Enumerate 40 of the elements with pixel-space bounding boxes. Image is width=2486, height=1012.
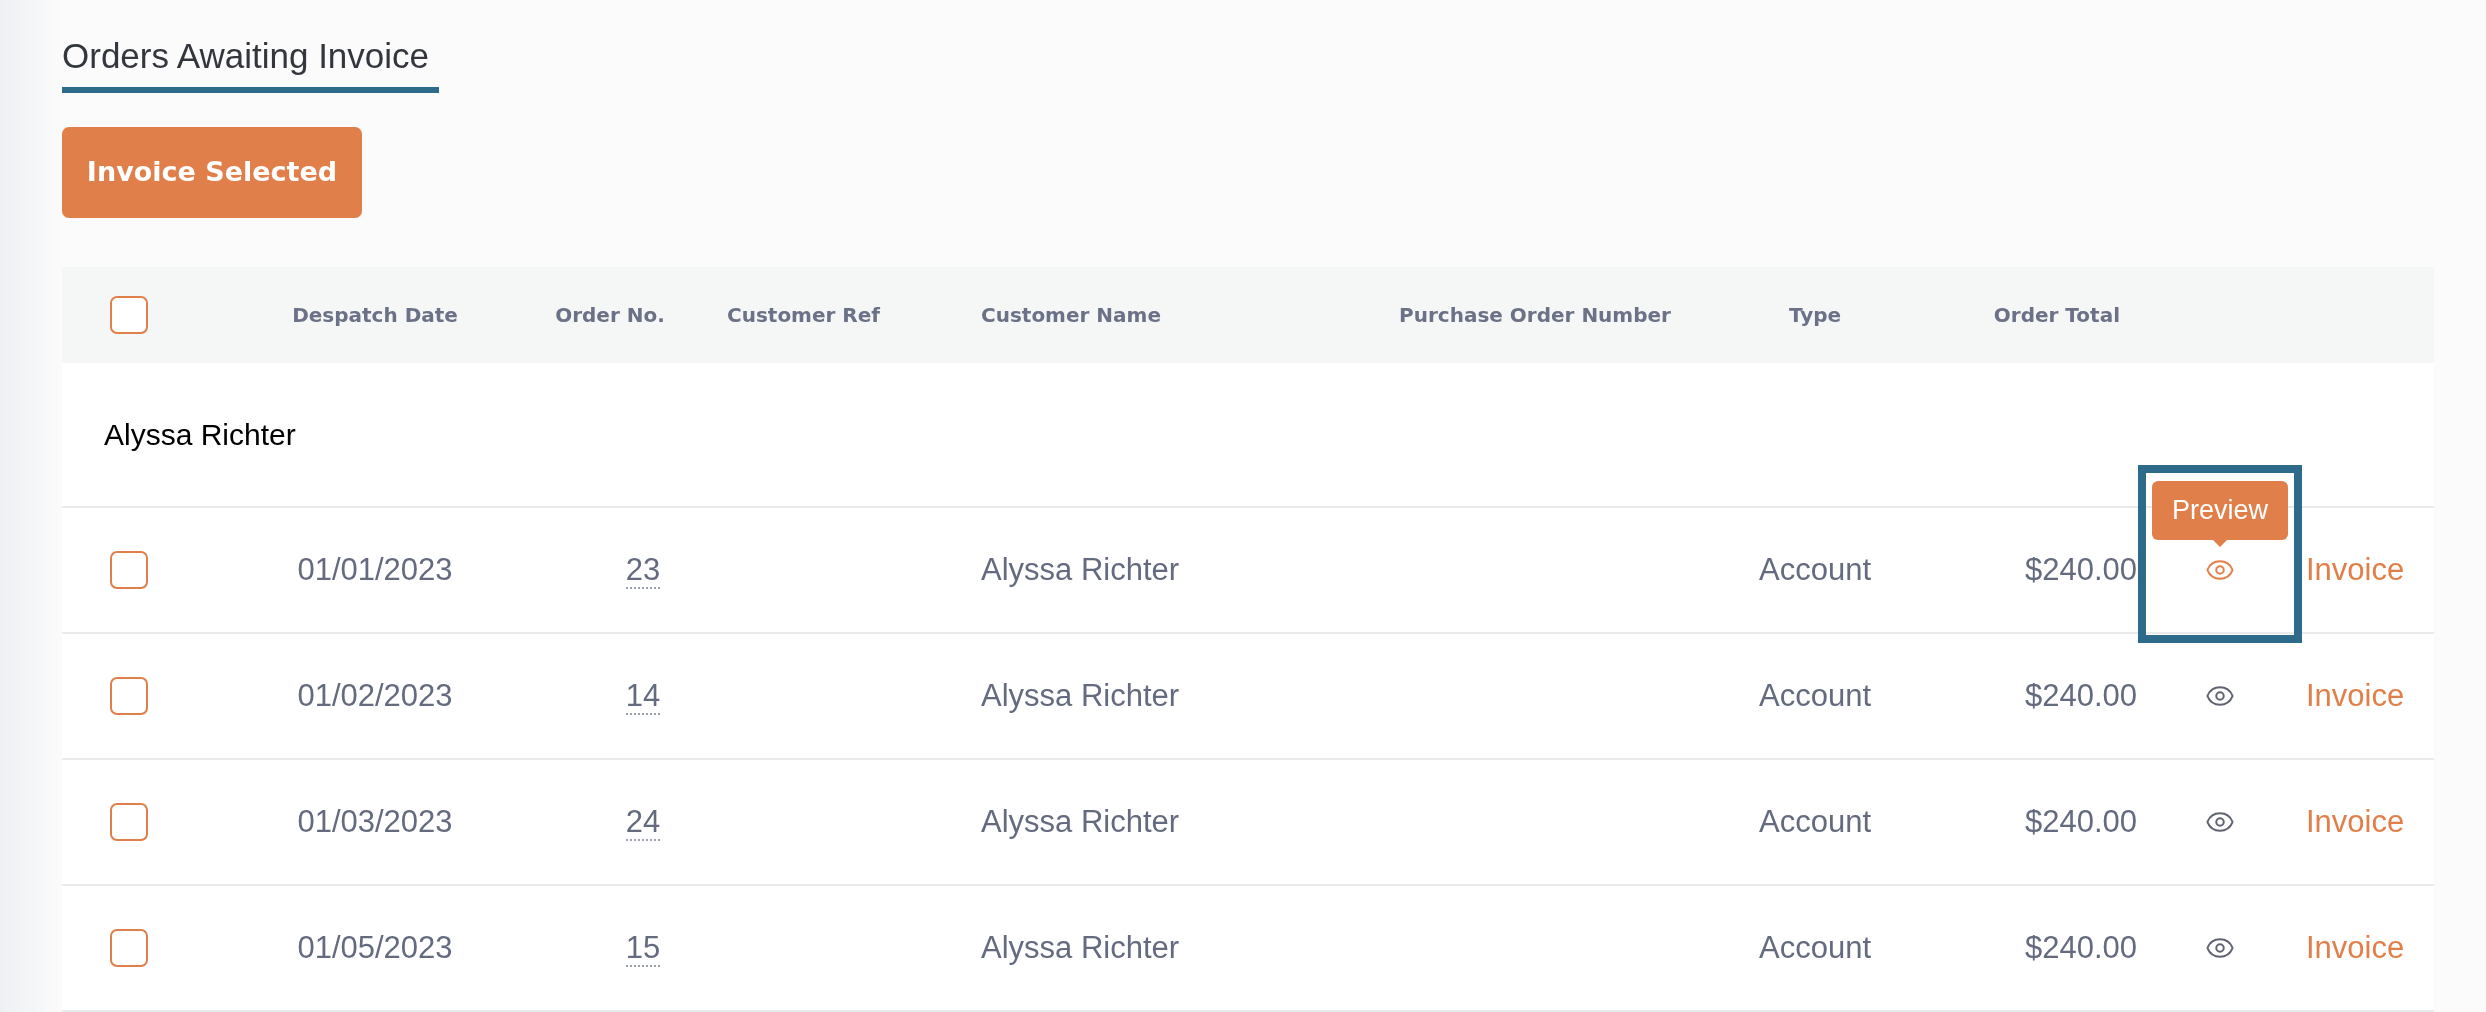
order-number-link[interactable]: 23	[625, 551, 661, 589]
column-header: Customer Name	[981, 302, 1161, 327]
invoice-link[interactable]: Invoice	[2306, 677, 2405, 713]
invoice-link[interactable]: Invoice	[2306, 929, 2405, 965]
despatch-date: 01/03/2023	[297, 803, 453, 839]
customer-name: Alyssa Richter	[981, 929, 1180, 965]
order-type: Account	[1759, 551, 1871, 587]
despatch-date: 01/05/2023	[297, 929, 453, 965]
invoice-selected-button[interactable]: Invoice Selected	[62, 126, 362, 218]
invoice-link[interactable]: Invoice	[2306, 803, 2405, 839]
column-header: Order Total	[1993, 302, 2120, 327]
order-number-link[interactable]: 15	[625, 929, 661, 967]
column-header: Purchase Order Number	[1399, 302, 1671, 327]
column-header: Order No.	[555, 302, 665, 327]
order-type: Account	[1759, 929, 1871, 965]
order-type: Account	[1759, 803, 1871, 839]
despatch-date: 01/01/2023	[297, 551, 453, 587]
order-total: $240.00	[2024, 551, 2137, 587]
order-number-link[interactable]: 24	[625, 803, 661, 841]
customer-name: Alyssa Richter	[981, 803, 1180, 839]
customer-name: Alyssa Richter	[981, 551, 1180, 587]
despatch-date: 01/02/2023	[297, 677, 453, 713]
order-total: $240.00	[2024, 929, 2137, 965]
preview-tooltip: Preview	[2152, 481, 2288, 547]
order-number-link[interactable]: 14	[625, 677, 661, 715]
checkbox[interactable]	[110, 677, 148, 715]
order-type: Account	[1759, 677, 1871, 713]
column-header: Customer Ref	[727, 302, 881, 327]
order-total: $240.00	[2024, 803, 2137, 839]
checkbox[interactable]	[110, 551, 148, 589]
group-heading: Alyssa Richter	[104, 417, 296, 453]
page-title: Orders Awaiting Invoice	[62, 30, 440, 93]
customer-name: Alyssa Richter	[981, 677, 1180, 713]
invoice-link[interactable]: Invoice	[2306, 551, 2405, 587]
order-total: $240.00	[2024, 677, 2137, 713]
checkbox[interactable]	[110, 803, 148, 841]
column-header: Despatch Date	[292, 302, 458, 327]
checkbox[interactable]	[110, 929, 148, 967]
column-header: Type	[1788, 302, 1842, 327]
checkbox[interactable]	[110, 295, 148, 334]
